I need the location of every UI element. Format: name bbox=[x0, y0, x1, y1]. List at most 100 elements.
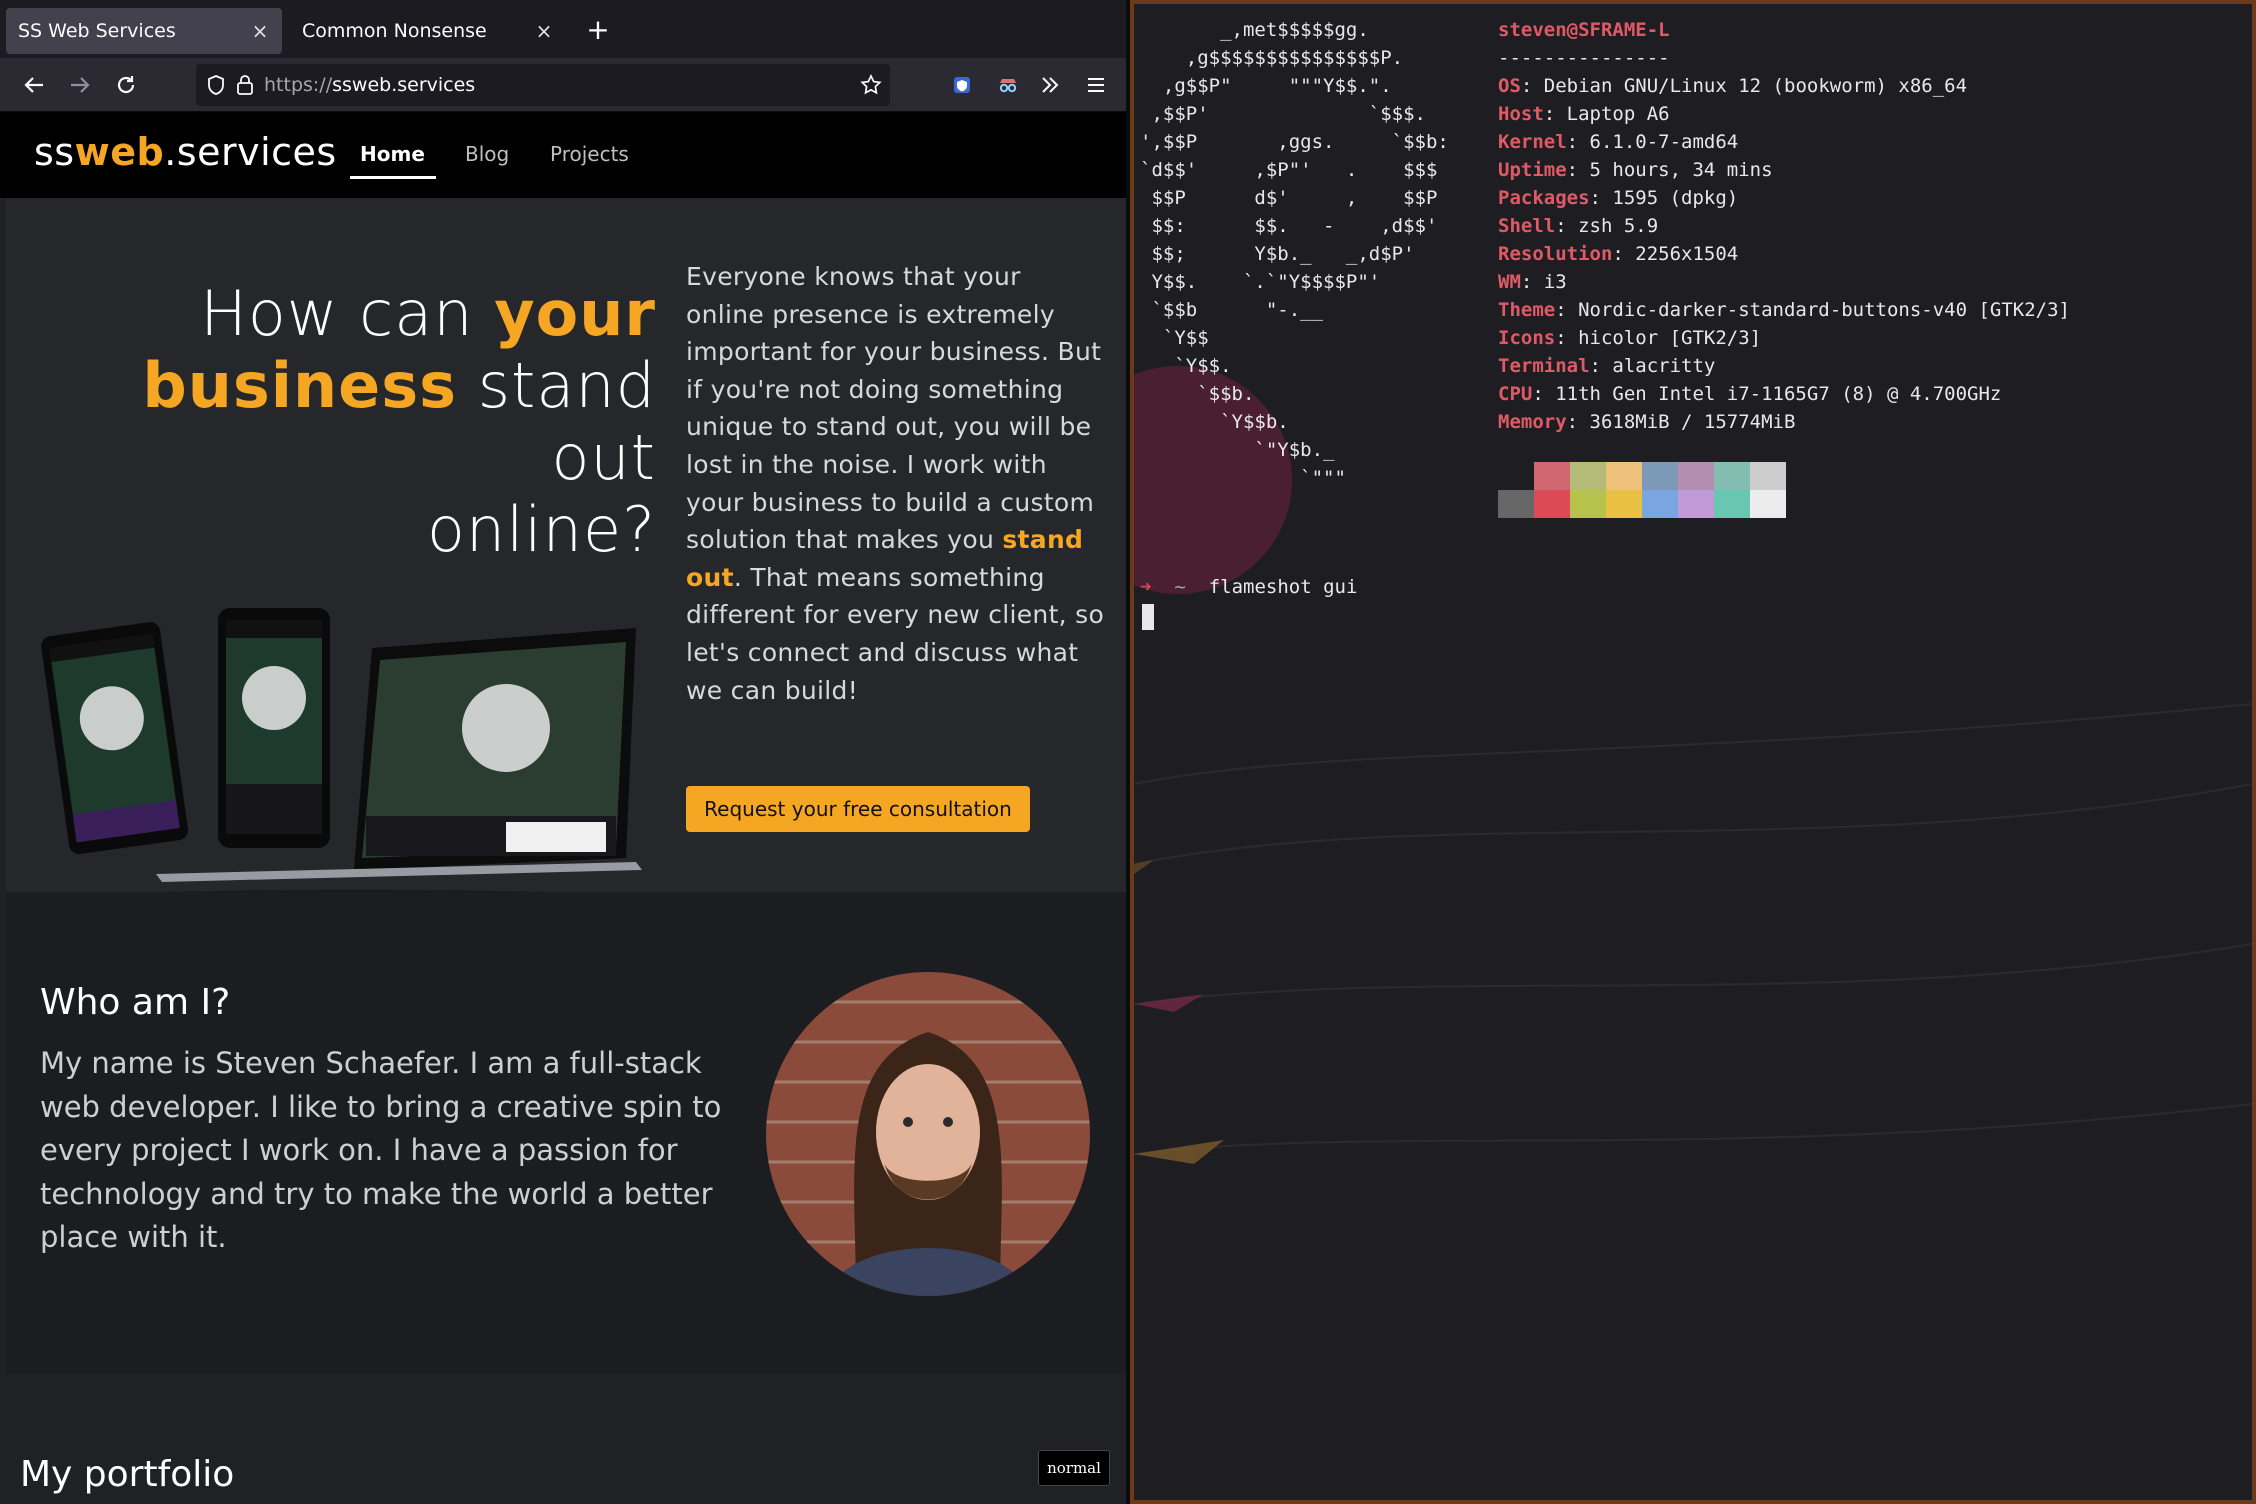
info-line: WM: i3 bbox=[1498, 271, 1567, 293]
device-mockup-image bbox=[41, 608, 646, 906]
info-key: Resolution bbox=[1498, 243, 1613, 265]
color-swatch bbox=[1678, 490, 1714, 518]
info-line: Theme: Nordic-darker-standard-buttons-v4… bbox=[1498, 299, 2070, 321]
terminal-window[interactable]: _,met$$$$$gg. ,g$$$$$$$$$$$$$$$P. ,g$$P"… bbox=[1130, 0, 2256, 1504]
info-key: Packages bbox=[1498, 187, 1590, 209]
hero-title-accent: business bbox=[142, 349, 458, 422]
info-line: Terminal: alacritty bbox=[1498, 355, 1716, 377]
close-icon[interactable]: × bbox=[534, 19, 554, 43]
color-swatch bbox=[1534, 462, 1570, 490]
info-line: Uptime: 5 hours, 34 mins bbox=[1498, 159, 1773, 181]
info-line: OS: Debian GNU/Linux 12 (bookworm) x86_6… bbox=[1498, 75, 1968, 97]
info-key: Host bbox=[1498, 103, 1544, 125]
color-swatch bbox=[1534, 490, 1570, 518]
neofetch-info: steven@SFRAME-L --------------- OS: Debian… bbox=[1498, 16, 2070, 436]
active-nav-underline bbox=[350, 176, 436, 179]
info-value: alacritty bbox=[1612, 355, 1716, 377]
new-tab-button[interactable]: + bbox=[580, 12, 616, 48]
chevron-double-right-icon bbox=[1042, 77, 1059, 93]
portfolio-section: My portfolio bbox=[6, 1374, 1126, 1504]
info-value: i3 bbox=[1543, 271, 1567, 293]
url-host: ssweb.services bbox=[332, 74, 476, 96]
profile-photo bbox=[766, 972, 1090, 1296]
info-value: 3618MiB / 15774MiB bbox=[1589, 411, 1796, 433]
info-value: zsh 5.9 bbox=[1578, 215, 1659, 237]
info-value: 1595 (dpkg) bbox=[1612, 187, 1739, 209]
nav-projects[interactable]: Projects bbox=[550, 142, 629, 166]
arrow-right-icon bbox=[71, 77, 90, 93]
hero-title-text: stand out bbox=[457, 349, 656, 494]
info-value: Debian GNU/Linux 12 (bookworm) x86_64 bbox=[1543, 75, 1968, 97]
star-icon[interactable] bbox=[860, 74, 882, 96]
hero-copy-text: Everyone knows that your online presence… bbox=[686, 262, 1102, 555]
url-bar[interactable]: https://ssweb.services bbox=[196, 64, 890, 106]
shield-extension-icon bbox=[954, 77, 970, 93]
hero-description: Everyone knows that your online presence… bbox=[686, 258, 1106, 709]
info-key: Memory bbox=[1498, 411, 1567, 433]
color-swatch bbox=[1750, 462, 1786, 490]
back-button[interactable] bbox=[16, 67, 52, 103]
info-line: Host: Laptop A6 bbox=[1498, 103, 1670, 125]
reload-icon bbox=[117, 76, 135, 94]
info-key: Icons bbox=[1498, 327, 1556, 349]
hero-section: How can your business stand out online? bbox=[6, 198, 1126, 906]
info-value: 6.1.0-7-amd64 bbox=[1589, 131, 1739, 153]
forward-button[interactable] bbox=[62, 67, 98, 103]
info-separator: --------------- bbox=[1498, 47, 1670, 69]
info-value: 11th Gen Intel i7-1165G7 (8) @ 4.700GHz bbox=[1555, 383, 2002, 405]
shield-icon[interactable] bbox=[206, 74, 226, 96]
color-palette bbox=[1498, 462, 1788, 518]
color-swatch bbox=[1714, 462, 1750, 490]
tab-common-nonsense[interactable]: Common Nonsense × bbox=[290, 8, 566, 54]
info-key: CPU bbox=[1498, 383, 1533, 405]
terminal-cursor bbox=[1142, 604, 1154, 630]
url-scheme: https:// bbox=[264, 74, 333, 96]
info-value: Nordic-darker-standard-buttons-v40 [GTK2… bbox=[1578, 299, 2070, 321]
ascii-line: `$$b. bbox=[1140, 383, 1255, 405]
color-swatch bbox=[1750, 490, 1786, 518]
reload-button[interactable] bbox=[108, 67, 144, 103]
tab-title: Common Nonsense bbox=[302, 20, 487, 42]
color-swatch bbox=[1714, 490, 1750, 518]
info-key: Uptime bbox=[1498, 159, 1567, 181]
navigation-toolbar: https://ssweb.services bbox=[0, 58, 1126, 112]
site-logo[interactable]: ssweb.services bbox=[34, 130, 337, 174]
color-swatch bbox=[1498, 462, 1534, 490]
ascii-line: $$; Y$b._ _,d$P' bbox=[1140, 243, 1415, 265]
about-description: My name is Steven Schaefer. I am a full-… bbox=[40, 1046, 722, 1254]
ascii-line: $$P d$' , $$P bbox=[1140, 187, 1438, 209]
nav-blog[interactable]: Blog bbox=[465, 142, 509, 166]
shell-prompt[interactable]: ➜ ~ flameshot gui bbox=[1140, 576, 1357, 598]
nav-home[interactable]: Home bbox=[360, 142, 425, 166]
color-swatch bbox=[1678, 462, 1714, 490]
ascii-line: `Y$$b. bbox=[1140, 411, 1289, 433]
ascii-line: `"Y$b._ bbox=[1140, 439, 1335, 461]
ascii-line: Y$$. `.`"Y$$$$P"' bbox=[1140, 271, 1381, 293]
tab-ss-web-services[interactable]: SS Web Services × bbox=[6, 8, 282, 54]
bitwarden-extension-button[interactable] bbox=[944, 67, 980, 103]
incognito-extension-button[interactable] bbox=[990, 67, 1026, 103]
prompt-directory: ~ bbox=[1174, 576, 1186, 598]
ascii-line: _,met$$$$$gg. bbox=[1140, 19, 1369, 41]
spy-glasses-icon bbox=[999, 79, 1017, 93]
hero-title-text: online? bbox=[426, 493, 656, 566]
info-key: Terminal bbox=[1498, 355, 1590, 377]
ascii-line: ,$$P' `$$$. bbox=[1140, 103, 1426, 125]
portfolio-title: My portfolio bbox=[20, 1454, 235, 1495]
info-key: Theme bbox=[1498, 299, 1556, 321]
color-swatch bbox=[1606, 490, 1642, 518]
lock-icon[interactable] bbox=[236, 74, 254, 96]
logo-part: ss bbox=[34, 130, 75, 174]
website-viewport: ssweb.services Home Blog Projects How ca… bbox=[0, 112, 1126, 1504]
color-swatch bbox=[1606, 462, 1642, 490]
ascii-line: `$$b "-.__ bbox=[1140, 299, 1324, 321]
info-key: Kernel bbox=[1498, 131, 1567, 153]
prompt-arrow-icon: ➜ bbox=[1140, 576, 1152, 598]
info-value: 2256x1504 bbox=[1635, 243, 1739, 265]
url-text: https://ssweb.services bbox=[264, 74, 475, 96]
menu-button[interactable] bbox=[1078, 67, 1114, 103]
info-value: Laptop A6 bbox=[1566, 103, 1670, 125]
close-icon[interactable]: × bbox=[250, 19, 270, 43]
more-tools-button[interactable] bbox=[1032, 67, 1068, 103]
request-consultation-button[interactable]: Request your free consultation bbox=[686, 786, 1030, 832]
